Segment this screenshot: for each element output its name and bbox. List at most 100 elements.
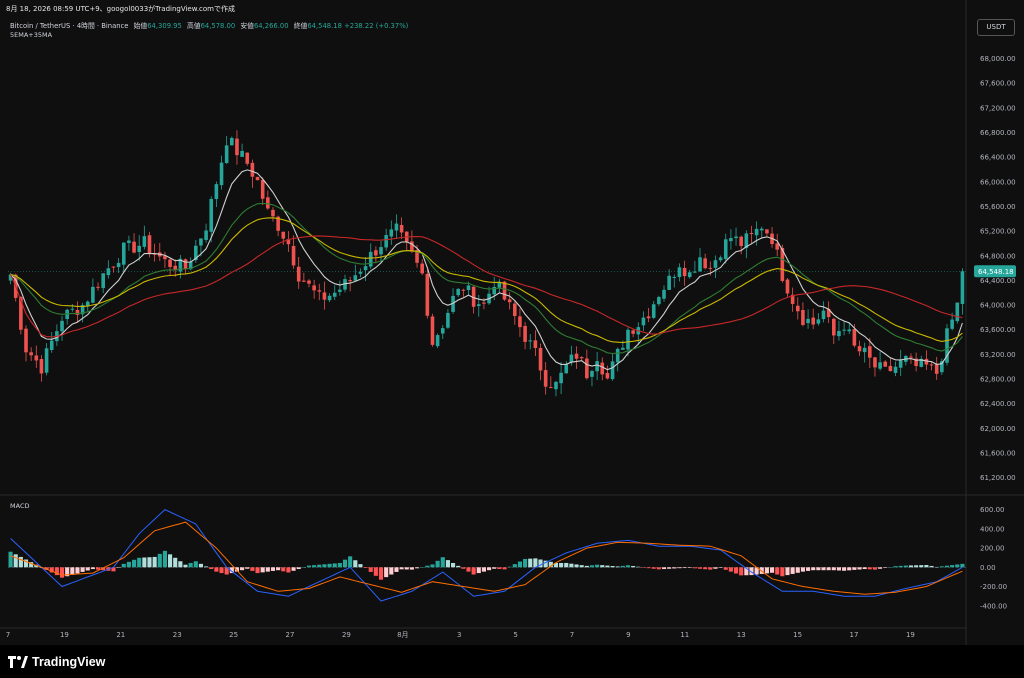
histogram-bar [173, 557, 178, 568]
histogram-bar [939, 566, 944, 568]
histogram-bar [651, 567, 656, 569]
price-tick-label: 63,600.00 [980, 326, 1016, 334]
histogram-bar [595, 564, 600, 568]
candle-body [626, 329, 630, 350]
price-tick-label: 64,400.00 [980, 277, 1016, 285]
candle-body [24, 328, 28, 353]
histogram-bar [811, 567, 816, 571]
histogram-bar [276, 567, 281, 571]
candle-body [662, 289, 666, 299]
candle-body [49, 340, 54, 350]
histogram-bar [687, 567, 692, 568]
histogram-bar [168, 554, 173, 568]
candle-body [651, 304, 656, 318]
candle-body [317, 290, 322, 292]
histogram-bar [378, 567, 384, 580]
candle-body [621, 347, 625, 350]
histogram-bar [317, 564, 322, 568]
candle-body [296, 266, 301, 282]
candle-body [698, 257, 702, 272]
histogram-bar [764, 567, 769, 574]
histogram-bar [255, 567, 260, 574]
candle-body [482, 302, 486, 304]
histogram-bar [934, 566, 939, 568]
low-value: 64,266.00 [253, 22, 289, 30]
candle-body [549, 387, 553, 389]
candle-body [312, 285, 316, 291]
histogram-bar [579, 565, 584, 568]
time-tick-label: 29 [342, 631, 351, 639]
histogram-bar [497, 567, 502, 570]
histogram-bar [353, 560, 358, 568]
candle-body [749, 233, 754, 235]
histogram-bar [342, 559, 348, 568]
candle-body [399, 224, 404, 233]
candle-body [600, 362, 605, 375]
candle-body [353, 275, 358, 281]
candle-body [240, 150, 244, 157]
histogram-bar [322, 564, 327, 568]
candle-body [646, 316, 651, 319]
price-tick-label: 68,000.00 [980, 55, 1016, 63]
candle-body [440, 328, 445, 334]
histogram-bar [188, 562, 193, 568]
symbol-title[interactable]: Bitcoin / TetherUS · 4時間 · Binance [10, 22, 128, 30]
candle-body [718, 257, 723, 261]
yellow-ma-line [10, 217, 963, 344]
currency-button[interactable]: USDT [977, 19, 1015, 36]
histogram-bar [929, 565, 934, 568]
indicator-label[interactable]: 5EMA+35MA [10, 31, 52, 39]
histogram-bar [852, 567, 857, 570]
histogram-bar [538, 559, 543, 568]
candle-body [821, 310, 826, 320]
candle-body [657, 297, 661, 305]
close-label: 終値 [293, 22, 308, 30]
candle-body [579, 357, 584, 359]
histogram-bar [430, 564, 435, 568]
candle-body [168, 259, 172, 267]
price-tick-label: 61,200.00 [980, 474, 1016, 482]
histogram-bar [908, 565, 914, 568]
candle-body [502, 281, 507, 300]
open-value: 64,309.95 [147, 22, 182, 30]
histogram-bar [240, 567, 245, 571]
price-tick-label: 65,200.00 [980, 228, 1016, 236]
candle-body [723, 239, 728, 259]
histogram-bar [672, 567, 677, 569]
candle-body [934, 364, 939, 374]
change-value: +238.22 (+0.37%) [344, 22, 409, 30]
histogram-bar [528, 558, 533, 568]
histogram-bar [332, 563, 337, 568]
candle-body [271, 209, 275, 217]
candle-body [384, 235, 388, 248]
price-and-macd-chart[interactable]: 68,000.00 67,600.00 67,200.00 66,800.00 66,4… [0, 0, 1024, 645]
tradingview-logo-text: TradingView [32, 655, 106, 669]
candle-body [518, 316, 522, 328]
histogram-bar [389, 567, 394, 575]
histogram-bar [368, 567, 373, 572]
time-tick-label: 27 [286, 631, 295, 639]
candle-body [734, 236, 738, 239]
candle-body [795, 305, 800, 312]
macd-tick-label: -200.00 [980, 583, 1007, 591]
macd-label[interactable]: MACD [10, 502, 29, 510]
candle-body [868, 346, 872, 358]
candle-body [44, 348, 49, 373]
histogram-bar [492, 567, 497, 569]
candle-body [224, 145, 229, 163]
candle-body [199, 238, 203, 246]
histogram-bar [466, 567, 471, 572]
tradingview-logo[interactable]: TradingView [8, 655, 105, 669]
candle-body [456, 288, 461, 296]
histogram-bar [620, 565, 625, 568]
histogram-bar [157, 553, 162, 568]
macd-line [10, 509, 963, 602]
macd-tick-label: 0.00 [980, 564, 996, 572]
histogram-bar [728, 567, 733, 572]
candle-body [34, 355, 39, 361]
histogram-bar [348, 556, 353, 568]
candle-body [476, 304, 481, 307]
histogram-bar [533, 558, 538, 568]
candle-body [677, 267, 682, 278]
candle-body [348, 280, 352, 282]
